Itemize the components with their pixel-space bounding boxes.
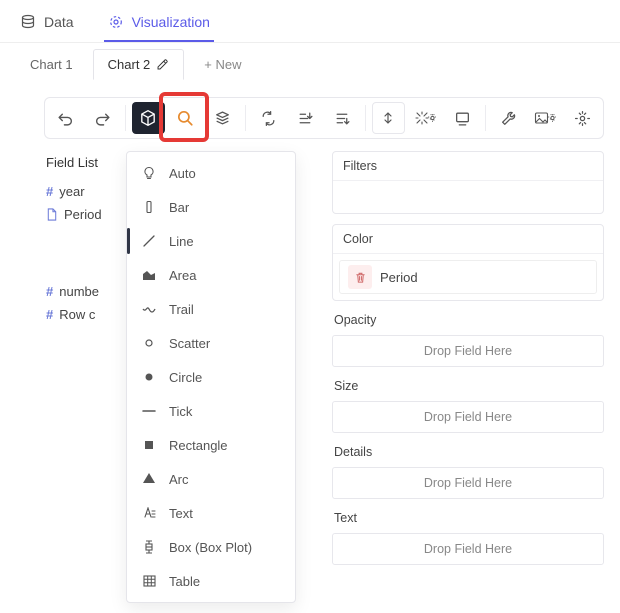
details-dropzone[interactable]: Drop Field Here bbox=[332, 467, 604, 499]
text-icon bbox=[141, 505, 157, 521]
edit-icon bbox=[156, 58, 169, 71]
number-type-icon: # bbox=[46, 184, 53, 199]
tick-icon bbox=[141, 403, 157, 419]
circle-icon bbox=[141, 369, 157, 385]
axis-resize-button[interactable] bbox=[372, 102, 405, 134]
sort-desc-button[interactable] bbox=[326, 102, 359, 134]
layout-settings-button[interactable] bbox=[409, 102, 442, 134]
field-number[interactable]: #numbe bbox=[44, 280, 116, 303]
number-type-icon: # bbox=[46, 284, 53, 299]
color-field-period[interactable]: Period bbox=[339, 260, 597, 294]
filters-dropzone[interactable] bbox=[333, 181, 603, 213]
encoding-panel: Filters Color Period Opacity Drop Field … bbox=[332, 151, 604, 575]
size-title: Size bbox=[332, 377, 604, 399]
mark-text[interactable]: Text bbox=[127, 496, 295, 530]
separator bbox=[125, 105, 126, 131]
mark-tick[interactable]: Tick bbox=[127, 394, 295, 428]
rectangle-icon bbox=[141, 437, 157, 453]
opacity-title: Opacity bbox=[332, 311, 604, 333]
filters-title: Filters bbox=[333, 152, 603, 181]
details-title: Details bbox=[332, 443, 604, 465]
opacity-dropzone[interactable]: Drop Field Here bbox=[332, 335, 604, 367]
mark-circle[interactable]: Circle bbox=[127, 360, 295, 394]
separator bbox=[365, 105, 366, 131]
stack-button[interactable] bbox=[206, 102, 239, 134]
mark-bar[interactable]: Bar bbox=[127, 190, 295, 224]
transpose-button[interactable] bbox=[252, 102, 285, 134]
arc-icon bbox=[141, 471, 157, 487]
tab-data-label: Data bbox=[44, 14, 74, 30]
database-icon bbox=[20, 14, 36, 30]
color-pill-label: Period bbox=[380, 270, 418, 285]
config-button[interactable] bbox=[492, 102, 525, 134]
settings-button[interactable] bbox=[566, 102, 599, 134]
chart-tab-1[interactable]: Chart 1 bbox=[16, 50, 87, 79]
size-dropzone[interactable]: Drop Field Here bbox=[332, 401, 604, 433]
scatter-icon bbox=[141, 335, 157, 351]
sort-asc-button[interactable] bbox=[289, 102, 322, 134]
chart-tab-2[interactable]: Chart 2 bbox=[93, 49, 185, 80]
size-button[interactable] bbox=[446, 102, 479, 134]
boxplot-icon bbox=[141, 539, 157, 555]
redo-button[interactable] bbox=[86, 102, 119, 134]
mark-scatter[interactable]: Scatter bbox=[127, 326, 295, 360]
export-settings-button[interactable] bbox=[529, 102, 562, 134]
mark-table[interactable]: Table bbox=[127, 564, 295, 598]
line-icon bbox=[141, 233, 157, 249]
number-type-icon: # bbox=[46, 307, 53, 322]
aggregation-button[interactable] bbox=[132, 102, 165, 134]
table-icon bbox=[141, 573, 157, 589]
separator bbox=[245, 105, 246, 131]
visualization-icon bbox=[108, 14, 124, 30]
color-section: Color Period bbox=[332, 224, 604, 301]
undo-button[interactable] bbox=[49, 102, 82, 134]
filters-section: Filters bbox=[332, 151, 604, 214]
field-row-count[interactable]: #Row c bbox=[44, 303, 116, 326]
field-list-title: Field List bbox=[44, 151, 116, 180]
mark-auto[interactable]: Auto bbox=[127, 156, 295, 190]
text-dropzone[interactable]: Drop Field Here bbox=[332, 533, 604, 565]
tab-visualization-label: Visualization bbox=[132, 14, 210, 30]
field-year[interactable]: #year bbox=[44, 180, 116, 203]
mark-type-button[interactable] bbox=[169, 102, 202, 134]
toolbar bbox=[44, 97, 604, 139]
color-title: Color bbox=[333, 225, 603, 254]
document-type-icon bbox=[46, 208, 58, 221]
field-list: Field List #year Period #numbe #Row c bbox=[44, 151, 116, 575]
mark-arc[interactable]: Arc bbox=[127, 462, 295, 496]
area-icon bbox=[141, 267, 157, 283]
mark-area[interactable]: Area bbox=[127, 258, 295, 292]
tab-visualization[interactable]: Visualization bbox=[104, 8, 214, 42]
separator bbox=[485, 105, 486, 131]
mark-type-dropdown: Auto Bar Line Area Trail Scatter Circle … bbox=[126, 151, 296, 603]
mark-box[interactable]: Box (Box Plot) bbox=[127, 530, 295, 564]
text-title: Text bbox=[332, 509, 604, 531]
mark-rectangle[interactable]: Rectangle bbox=[127, 428, 295, 462]
bulb-icon bbox=[141, 165, 157, 181]
bar-icon bbox=[141, 199, 157, 215]
tab-data[interactable]: Data bbox=[16, 8, 78, 42]
mark-trail[interactable]: Trail bbox=[127, 292, 295, 326]
mark-line[interactable]: Line bbox=[127, 224, 295, 258]
trash-icon[interactable] bbox=[348, 265, 372, 289]
trail-icon bbox=[141, 301, 157, 317]
chart-tab-2-label: Chart 2 bbox=[108, 57, 151, 72]
field-period[interactable]: Period bbox=[44, 203, 116, 226]
chart-tab-new[interactable]: + New bbox=[190, 50, 255, 79]
